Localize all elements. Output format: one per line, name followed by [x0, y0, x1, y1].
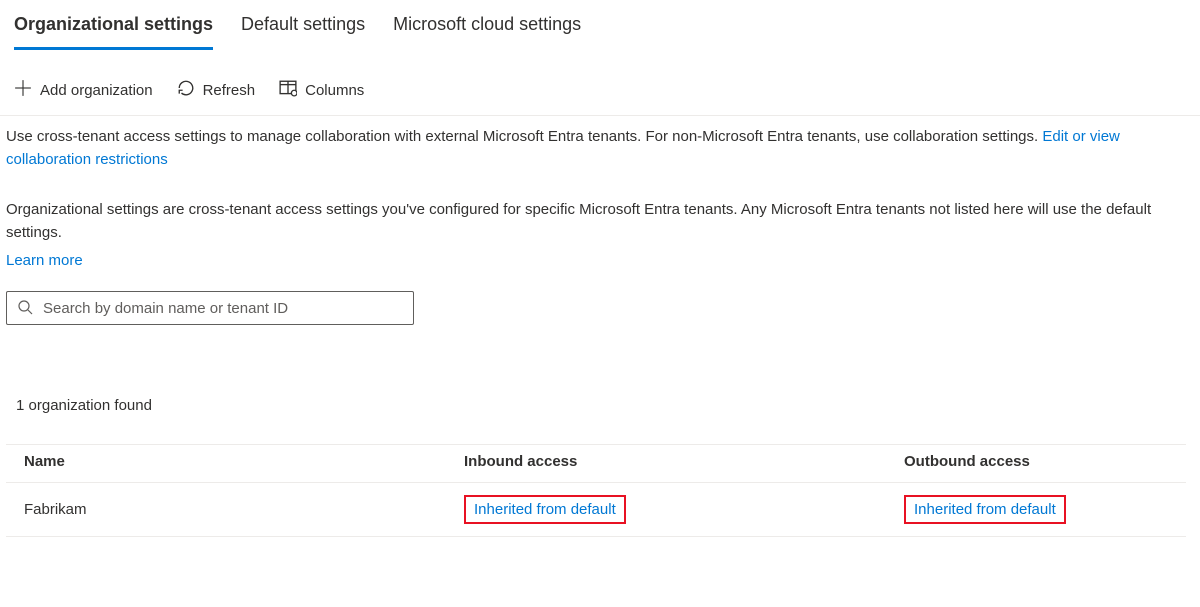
inbound-access-link[interactable]: Inherited from default [474, 501, 616, 518]
search-icon [17, 299, 33, 318]
cell-name: Fabrikam [24, 501, 464, 518]
column-header-outbound[interactable]: Outbound access [904, 453, 1168, 470]
outbound-highlight: Inherited from default [904, 495, 1066, 524]
description-line-2: Organizational settings are cross-tenant… [6, 199, 1186, 244]
inbound-highlight: Inherited from default [464, 495, 626, 524]
learn-more-link[interactable]: Learn more [6, 252, 83, 269]
search-box[interactable] [6, 291, 414, 325]
tab-default-settings[interactable]: Default settings [241, 14, 365, 50]
learn-more-label: Learn more [6, 252, 83, 269]
search-container [6, 291, 1186, 325]
results-count: 1 organization found [6, 397, 1186, 414]
table-row: Fabrikam Inherited from default Inherite… [6, 483, 1186, 537]
content-area: Use cross-tenant access settings to mana… [0, 116, 1200, 537]
toolbar: Add organization Refresh Columns [0, 51, 1200, 116]
search-input[interactable] [43, 300, 403, 317]
add-organization-button[interactable]: Add organization [14, 79, 153, 101]
outbound-access-link[interactable]: Inherited from default [914, 501, 1056, 518]
refresh-label: Refresh [203, 82, 256, 99]
columns-icon [279, 79, 297, 101]
tabs-bar: Organizational settings Default settings… [0, 0, 1200, 51]
description-line-1: Use cross-tenant access settings to mana… [6, 126, 1186, 171]
refresh-button[interactable]: Refresh [177, 79, 256, 101]
add-organization-label: Add organization [40, 82, 153, 99]
cell-outbound: Inherited from default [904, 495, 1168, 524]
table-header-row: Name Inbound access Outbound access [6, 444, 1186, 483]
columns-button[interactable]: Columns [279, 79, 364, 101]
columns-label: Columns [305, 82, 364, 99]
description-text-1: Use cross-tenant access settings to mana… [6, 128, 1042, 145]
tab-organizational-settings[interactable]: Organizational settings [14, 14, 213, 50]
cell-inbound: Inherited from default [464, 495, 904, 524]
plus-icon [14, 79, 32, 101]
column-header-inbound[interactable]: Inbound access [464, 453, 904, 470]
column-header-name[interactable]: Name [24, 453, 464, 470]
organizations-table: Name Inbound access Outbound access Fabr… [6, 444, 1186, 537]
refresh-icon [177, 79, 195, 101]
tab-microsoft-cloud-settings[interactable]: Microsoft cloud settings [393, 14, 581, 50]
